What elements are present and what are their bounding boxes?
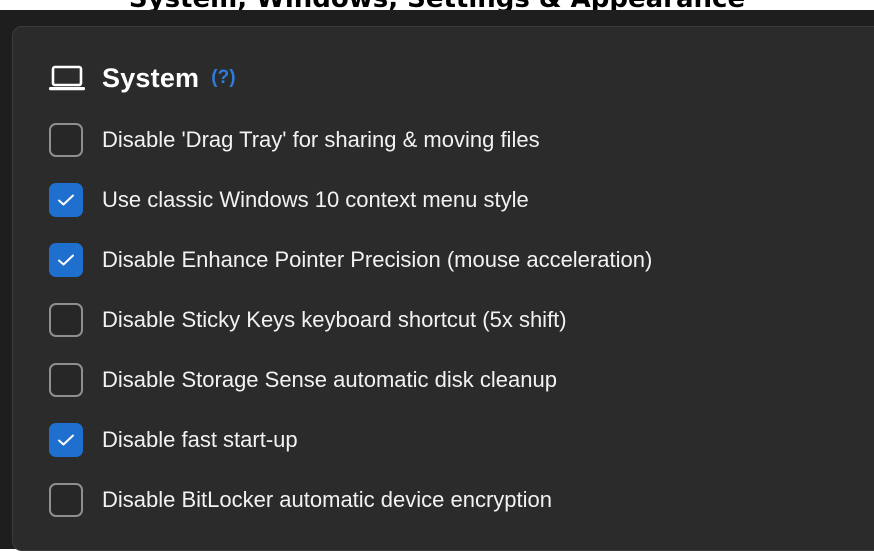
system-section-card — [12, 26, 874, 551]
checkmark-icon — [58, 254, 74, 266]
option-label: Disable Sticky Keys keyboard shortcut (5… — [102, 307, 567, 332]
option-label: Disable Storage Sense automatic disk cle… — [102, 367, 557, 392]
option-label: Disable 'Drag Tray' for sharing & moving… — [102, 127, 540, 152]
section-header: System (?) — [48, 58, 236, 98]
checkbox-unchecked[interactable] — [49, 123, 83, 157]
checkbox-checked[interactable] — [49, 243, 83, 277]
section-title: System — [102, 62, 200, 93]
option-label: Disable BitLocker automatic device encry… — [102, 487, 553, 512]
option-disable-fast-startup[interactable]: Disable fast start-up — [49, 422, 298, 458]
checkbox-unchecked[interactable] — [49, 363, 83, 397]
help-link[interactable]: (?) — [211, 67, 235, 89]
option-label: Disable Enhance Pointer Precision (mouse… — [102, 247, 653, 272]
checkmark-icon — [58, 194, 74, 206]
option-disable-pointer-precision[interactable]: Disable Enhance Pointer Precision (mouse… — [49, 242, 652, 278]
checkbox-unchecked[interactable] — [49, 483, 83, 517]
checkmark-icon — [58, 434, 74, 446]
option-classic-context-menu[interactable]: Use classic Windows 10 context menu styl… — [49, 182, 529, 218]
option-label: Use classic Windows 10 context menu styl… — [102, 187, 529, 212]
checkbox-unchecked[interactable] — [49, 303, 83, 337]
option-label: Disable fast start-up — [102, 427, 298, 452]
option-disable-storage-sense[interactable]: Disable Storage Sense automatic disk cle… — [49, 362, 557, 398]
checkbox-checked[interactable] — [49, 423, 83, 457]
checkbox-checked[interactable] — [49, 183, 83, 217]
option-disable-bitlocker[interactable]: Disable BitLocker automatic device encry… — [49, 482, 552, 518]
laptop-icon — [48, 63, 88, 93]
option-disable-drag-tray[interactable]: Disable 'Drag Tray' for sharing & moving… — [49, 122, 540, 158]
option-disable-sticky-keys[interactable]: Disable Sticky Keys keyboard shortcut (5… — [49, 302, 567, 338]
